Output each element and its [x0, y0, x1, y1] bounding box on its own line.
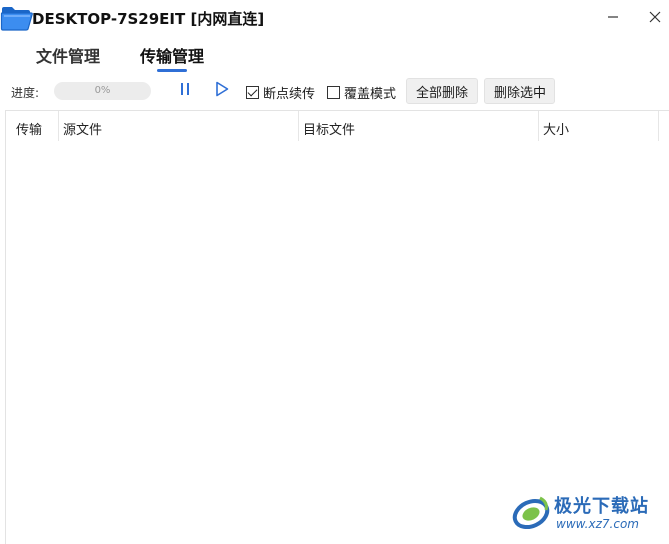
- play-icon: [214, 81, 230, 101]
- watermark-url: www.xz7.com: [556, 517, 639, 531]
- progress-text: 0%: [94, 85, 111, 96]
- delete-all-button[interactable]: 全部删除: [406, 78, 478, 104]
- resume-label: 断点续传: [263, 87, 316, 102]
- table-body[interactable]: [6, 141, 669, 544]
- app-window: DESKTOP-7S29EIT [内网直连] 文件管理 传输管理 进度: 0%: [0, 0, 669, 544]
- progress-label: 进度:: [11, 86, 40, 100]
- aurora-logo-icon: [510, 492, 552, 532]
- title-bar: DESKTOP-7S29EIT [内网直连]: [0, 0, 669, 36]
- tab-transfer-management[interactable]: 传输管理: [140, 43, 204, 67]
- column-header-transfer[interactable]: 传输: [12, 111, 59, 141]
- resume-checkbox-box[interactable]: [246, 86, 259, 99]
- overwrite-checkbox[interactable]: 覆盖模式: [327, 83, 396, 102]
- close-button[interactable]: [640, 4, 669, 30]
- column-header-source-file[interactable]: 源文件: [59, 111, 299, 141]
- folder-icon: [0, 4, 34, 32]
- minimize-button[interactable]: [598, 4, 628, 30]
- main-tabs: 文件管理 传输管理: [0, 36, 669, 74]
- transfer-toolbar: 进度: 0% 断点续传 覆盖模式 全部删除 删除选中: [0, 78, 669, 106]
- active-tab-indicator: [157, 69, 187, 72]
- tab-file-management[interactable]: 文件管理: [36, 43, 100, 67]
- delete-selected-button[interactable]: 删除选中: [484, 78, 555, 104]
- window-title: DESKTOP-7S29EIT [内网直连]: [32, 10, 265, 28]
- watermark: 极光下载站 www.xz7.com: [510, 490, 669, 544]
- column-header-target-file[interactable]: 目标文件: [299, 111, 539, 141]
- minimize-icon: [607, 8, 619, 27]
- pause-icon: [178, 81, 192, 101]
- close-icon: [649, 8, 661, 27]
- overwrite-checkbox-box[interactable]: [327, 86, 340, 99]
- watermark-text: 极光下载站: [554, 496, 649, 517]
- column-header-size[interactable]: 大小: [539, 111, 659, 141]
- pause-button[interactable]: [176, 82, 194, 100]
- start-button[interactable]: [213, 81, 231, 101]
- table-header: 传输 源文件 目标文件 大小: [6, 111, 669, 141]
- progress-bar: 0%: [54, 82, 151, 100]
- transfer-table: 传输 源文件 目标文件 大小: [5, 110, 669, 544]
- overwrite-label: 覆盖模式: [344, 87, 397, 102]
- resume-checkbox[interactable]: 断点续传: [246, 83, 315, 102]
